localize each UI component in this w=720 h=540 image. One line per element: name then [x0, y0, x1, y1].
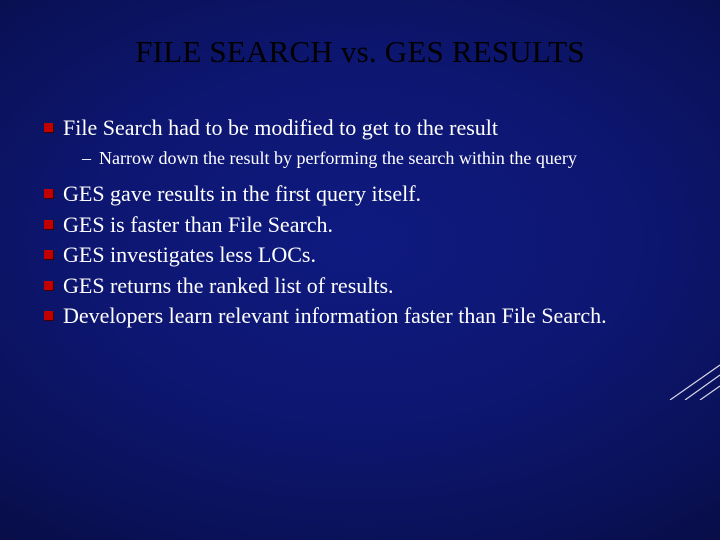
bullet-text: GES returns the ranked list of results. [63, 272, 676, 301]
bullet-item: File Search had to be modified to get to… [44, 114, 676, 143]
square-bullet-icon [44, 250, 53, 259]
dash-bullet-icon: – [82, 147, 91, 170]
sub-bullet-text: Narrow down the result by performing the… [99, 147, 676, 170]
bullet-text: File Search had to be modified to get to… [63, 114, 676, 143]
square-bullet-icon [44, 281, 53, 290]
bullet-item: Developers learn relevant information fa… [44, 302, 676, 331]
sub-bullet-item: – Narrow down the result by performing t… [82, 147, 676, 170]
bullet-text: GES gave results in the first query itse… [63, 180, 676, 209]
square-bullet-icon [44, 189, 53, 198]
bullet-item: GES investigates less LOCs. [44, 241, 676, 270]
bullet-text: Developers learn relevant information fa… [63, 302, 676, 331]
square-bullet-icon [44, 123, 53, 132]
square-bullet-icon [44, 311, 53, 320]
bullet-text: GES investigates less LOCs. [63, 241, 676, 270]
slide-body: FILE SEARCH vs. GES RESULTS File Search … [0, 0, 720, 331]
square-bullet-icon [44, 220, 53, 229]
bullet-item: GES gave results in the first query itse… [44, 180, 676, 209]
bullet-text: GES is faster than File Search. [63, 211, 676, 240]
slide-title: FILE SEARCH vs. GES RESULTS [44, 34, 676, 70]
corner-lines-icon [660, 360, 720, 400]
bullet-item: GES is faster than File Search. [44, 211, 676, 240]
bullet-item: GES returns the ranked list of results. [44, 272, 676, 301]
